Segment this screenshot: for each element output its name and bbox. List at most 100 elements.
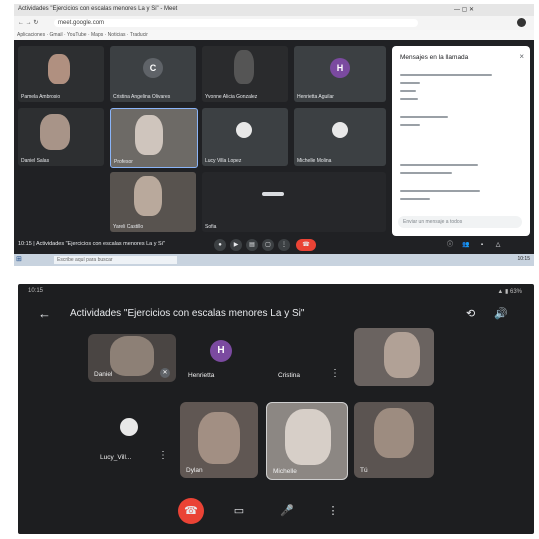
participant-name: Daniel [94,371,113,378]
end-call-icon[interactable]: ☎ [178,498,204,524]
avatar [120,418,138,436]
meet-window: Pamela Ambrosio C Cristina Angelina Oliv… [14,40,534,254]
avatar: H [210,340,232,362]
participant-tile[interactable]: Lucy_Vill... ⋮ [96,402,176,472]
close-icon[interactable]: × [519,52,524,61]
participant-name: Dylan [186,467,203,474]
chat-message [400,98,418,100]
avatar: C [143,58,163,78]
present-icon[interactable]: ▢ [262,239,274,251]
participant-tile[interactable]: Sofia [202,172,386,232]
participant-video [134,176,162,216]
participant-tile[interactable]: Michelle Molina [294,108,386,166]
participant-name: Yareli Castillo [113,224,144,230]
chat-icon[interactable]: ▪ [476,239,488,251]
participant-name: Sofia [205,224,217,230]
meeting-title: Actividades "Ejercicios con escalas meno… [70,308,305,319]
participant-video [40,114,70,150]
participant-name: Henrietta Aguilar [297,94,334,100]
participant-video [198,412,240,464]
participant-tile[interactable]: Tú [354,402,434,478]
chat-message [400,198,430,200]
back-arrow-icon[interactable]: ← [38,306,51,321]
avatar [236,122,252,138]
mic-icon[interactable]: ● [214,239,226,251]
camera-icon[interactable]: ▭ [226,498,252,524]
participant-video [285,409,331,465]
participant-name: Michelle Molina [297,158,332,164]
nav-arrows-icon[interactable]: ← → ↻ [18,19,38,26]
participant-name: Pamela Ambrosio [21,94,61,100]
participant-name: Yvonne Alicia Gonzalez [205,94,258,100]
more-options-icon[interactable]: ⋮ [278,239,290,251]
phone-screenshot: 10:15 ▲ ▮ 63% ← Actividades "Ejercicios … [18,284,534,534]
participant-name: Cristina [278,372,301,379]
people-icon[interactable]: 👥 [460,239,472,251]
profile-avatar[interactable] [517,18,526,27]
more-options-icon[interactable]: ⋮ [320,498,346,524]
chat-panel-title: Mensajes en la llamada [400,54,469,61]
chat-message [400,116,448,118]
participant-name: Lucy Villa Lopez [205,158,242,164]
status-bar: 10:15 ▲ ▮ 63% [18,284,534,298]
desktop-screenshot: Actividades "Ejercicios con escalas meno… [14,4,534,266]
more-options-icon[interactable]: ⋮ [158,450,168,461]
participant-name: Tú [360,467,368,474]
participant-tile[interactable]: Lucy Villa Lopez [202,108,288,166]
captions-icon[interactable]: ▤ [246,239,258,251]
participant-tile[interactable]: Yareli Castillo [110,172,196,232]
participant-tile[interactable] [354,328,434,386]
avatar [332,122,348,138]
taskbar-search[interactable]: Escribe aquí para buscar [54,256,177,264]
windows-start-icon[interactable]: ⊞ [16,255,22,263]
bookmarks-bar[interactable]: Aplicaciones · Gmail · YouTube · Maps · … [14,30,534,40]
participant-tile[interactable]: H Henrietta [184,334,272,382]
chat-message [400,90,416,92]
participant-tile[interactable]: Pamela Ambrosio [18,46,104,102]
participant-tile[interactable]: Profesor [110,108,198,168]
participant-name: Henrietta [188,372,215,379]
participant-tile[interactable]: Michelle [266,402,348,480]
participant-name: Michelle [273,468,297,475]
chat-message [400,190,480,192]
window-controls[interactable]: — ▢ ✕ [454,6,474,13]
info-icon[interactable]: ⓘ [444,239,456,251]
participant-tile[interactable]: Daniel Salas [18,108,104,166]
meet-controls-bar: 10:15 | Actividades "Ejercicios con esca… [14,236,534,254]
browser-tab[interactable]: Actividades "Ejercicios con escalas meno… [18,6,177,12]
chat-message [400,164,478,166]
address-bar[interactable]: meet.google.com [54,19,418,27]
mic-icon[interactable]: 🎤 [274,498,300,524]
address-bar-row: ← → ↻ meet.google.com [14,16,534,30]
participant-name: Cristina Angelina Olivares [113,94,171,100]
participant-tile[interactable]: H Henrietta Aguilar [294,46,386,102]
activities-icon[interactable]: △ [492,239,504,251]
participant-video [384,332,420,378]
meet-header: ← Actividades "Ejercicios con escalas me… [18,302,534,328]
end-call-icon[interactable]: ☎ [296,239,316,251]
participant-tile[interactable]: C Cristina Angelina Olivares [110,46,196,102]
participant-tile[interactable]: Dylan [180,402,258,478]
chat-input[interactable]: Enviar un mensaje a todos [398,216,522,228]
participant-tile[interactable]: Yvonne Alicia Gonzalez [202,46,288,102]
chat-message [400,172,452,174]
participant-video [135,115,163,155]
chat-message [400,124,420,126]
participant-video [48,54,70,84]
status-icons: ▲ ▮ 63% [497,289,522,295]
more-options-icon[interactable]: ⋮ [330,368,340,379]
speaker-icon[interactable]: 🔊 [494,307,508,320]
chat-message [400,74,492,76]
switch-camera-icon[interactable]: ⟲ [466,307,475,320]
browser-tab-bar: Actividades "Ejercicios con escalas meno… [14,4,534,16]
participant-tile[interactable]: Daniel ✕ [88,334,176,382]
chat-message [400,82,420,84]
participant-video [234,50,254,84]
camera-icon[interactable]: ▶ [230,239,242,251]
participant-name: Profesor [114,159,133,165]
meeting-label: 10:15 | Actividades "Ejercicios con esca… [18,241,165,247]
avatar: H [330,58,350,78]
presentation-thumbnail [262,192,284,196]
participant-name: Lucy_Vill... [100,454,132,461]
participant-tile[interactable]: Cristina ⋮ [272,334,346,382]
